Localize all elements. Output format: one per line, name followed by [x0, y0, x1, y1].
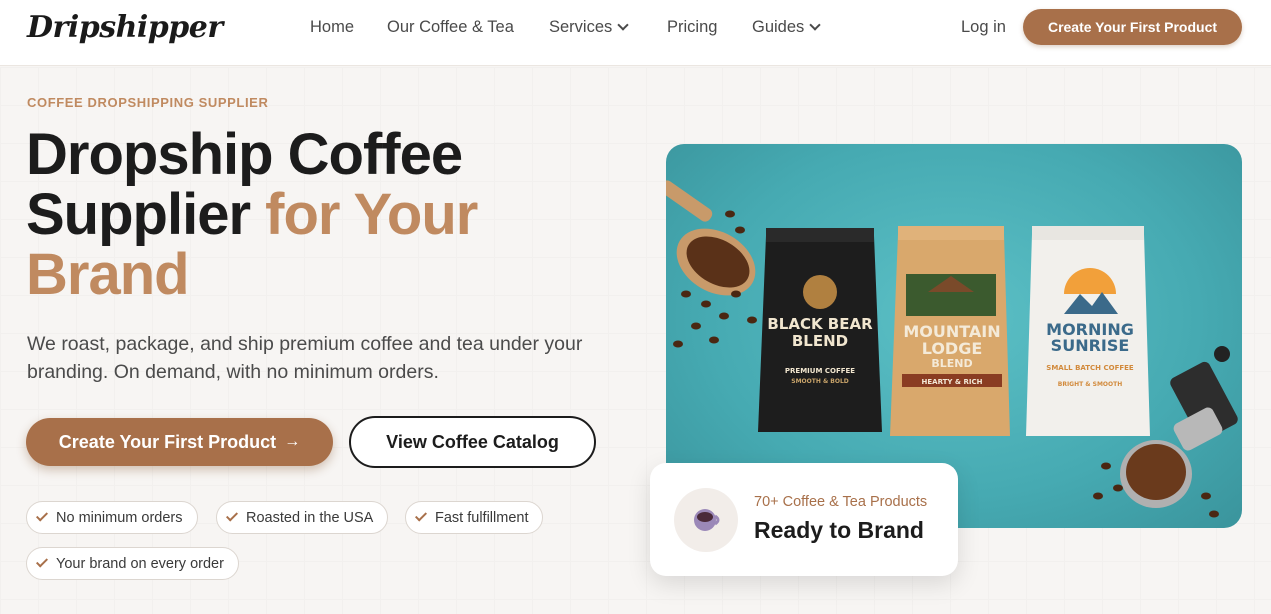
check-icon	[225, 509, 239, 522]
header-cta-button[interactable]: Create Your First Product	[1023, 9, 1242, 45]
create-product-button[interactable]: Create Your First Product →	[26, 418, 333, 466]
card-subtitle: 70+ Coffee & Tea Products	[754, 494, 928, 510]
arrow-right-icon: →	[284, 433, 301, 450]
coffee-cup-icon	[674, 488, 738, 552]
black-bear-bag: BLACK BEAR BLEND PREMIUM COFFEE SMOOTH &…	[758, 228, 882, 432]
bag-label-text: BLACK BEAR	[767, 315, 873, 333]
feature-pill: No minimum orders	[26, 501, 198, 534]
nav-guides[interactable]: Guides	[752, 18, 821, 37]
feature-pill: Fast fulfillment	[405, 501, 544, 534]
bag-label-text: SMOOTH & BOLD	[791, 378, 849, 385]
logo[interactable]: Dripshipper	[27, 10, 223, 45]
nav-guides-label: Guides	[752, 18, 805, 36]
nav-home-label: Home	[310, 18, 355, 36]
bag-label-text: LODGE	[922, 339, 983, 358]
morning-sunrise-bag: MORNING SUNRISE SMALL BATCH COFFEE BRIGH…	[1026, 226, 1150, 436]
nav-coffee-tea-label: Our Coffee & Tea	[387, 18, 514, 36]
nav-services-label: Services	[549, 18, 613, 36]
check-icon	[414, 509, 428, 522]
feature-label: Your brand on every order	[56, 555, 224, 572]
feature-pill: Roasted in the USA	[216, 501, 389, 534]
site-header: Dripshipper Home Our Coffee & Tea Servic…	[0, 0, 1271, 66]
check-icon	[35, 509, 49, 522]
bag-label-text: HEARTY & RICH	[922, 378, 983, 386]
login-link[interactable]: Log in	[961, 18, 1006, 37]
bag-label-text: BLEND	[931, 357, 972, 370]
bag-label-text: SUNRISE	[1051, 336, 1130, 355]
mountain-lodge-bag: MOUNTAIN LODGE BLEND HEARTY & RICH	[890, 226, 1010, 436]
create-product-label: Create Your First Product	[58, 431, 277, 452]
feature-pill: Your brand on every order	[26, 547, 239, 580]
bag-label-text: PREMIUM COFFEE	[785, 367, 855, 375]
bag-label-text: BRIGHT & SMOOTH	[1058, 381, 1122, 388]
bag-label-text: BLEND	[792, 332, 848, 350]
nav-services[interactable]: Services	[549, 18, 629, 37]
nav-pricing-label: Pricing	[667, 18, 718, 36]
nav-coffee-tea[interactable]: Our Coffee & Tea	[387, 18, 514, 37]
hero-kicker: COFFEE DROPSHIPPING SUPPLIER	[27, 95, 269, 110]
feature-label: Roasted in the USA	[246, 509, 374, 526]
chevron-down-icon	[617, 19, 629, 31]
bag-label-text: SMALL BATCH COFFEE	[1046, 364, 1134, 372]
hero-title: Dropship Coffee Supplier for Your Brand	[26, 125, 586, 305]
feature-label: No minimum orders	[56, 509, 183, 526]
chevron-down-icon	[809, 19, 821, 31]
hero-lead: We roast, package, and ship premium coff…	[27, 333, 583, 383]
check-icon	[35, 555, 49, 568]
nav-home[interactable]: Home	[310, 18, 354, 37]
view-catalog-button[interactable]: View Coffee Catalog	[349, 416, 596, 468]
feature-label: Fast fulfillment	[435, 509, 529, 526]
products-card: 70+ Coffee & Tea Products Ready to Brand	[650, 463, 958, 576]
card-title: Ready to Brand	[754, 517, 924, 543]
nav-pricing[interactable]: Pricing	[667, 18, 717, 37]
